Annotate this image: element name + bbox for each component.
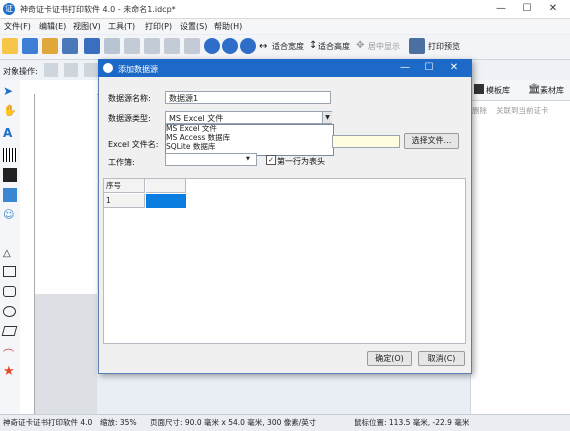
hand-icon[interactable]: ✋: [3, 104, 17, 118]
status-page-size: 页面尺寸: 90.0 毫米 x 54.0 毫米, 300 像素/英寸: [150, 418, 317, 427]
delete-icon[interactable]: [184, 38, 200, 54]
align-left-icon[interactable]: [44, 63, 58, 77]
menu-settings[interactable]: 设置(S): [180, 21, 207, 32]
dropdown-option-excel[interactable]: MS Excel 文件: [166, 124, 326, 133]
center-icon: ✥: [356, 40, 365, 51]
cancel-button[interactable]: 取消(C): [418, 351, 465, 366]
arc-icon[interactable]: ⌒: [3, 346, 17, 361]
paste-icon[interactable]: [164, 38, 180, 54]
ruler-left: [20, 94, 35, 414]
excel-file-input[interactable]: [332, 135, 400, 148]
library-icon: 🏛: [528, 84, 541, 95]
print-preview-button[interactable]: 打印预览: [428, 41, 460, 52]
dialog-app-icon: [103, 63, 113, 73]
dropdown-option-sqlite[interactable]: SQLite 数据库: [166, 142, 326, 151]
datasource-type-select[interactable]: MS Excel 文件: [165, 111, 332, 124]
app-logo-icon: 证: [3, 3, 15, 15]
dialog-title: 添加数据源: [118, 65, 158, 74]
first-row-header-checkbox[interactable]: ✓: [266, 155, 276, 165]
redo-icon[interactable]: [104, 38, 120, 54]
template-icon: [474, 84, 484, 94]
fit-height-icon: ↕: [309, 40, 318, 51]
zoom-reset-icon[interactable]: [240, 38, 256, 54]
chevron-down-icon[interactable]: ▼: [322, 112, 332, 123]
card-area[interactable]: [35, 94, 97, 294]
ellipse-icon[interactable]: [3, 306, 16, 317]
worksheet-chevron-icon[interactable]: ▼: [246, 156, 250, 162]
pointer-icon[interactable]: ➤: [3, 84, 17, 98]
grid-header-column: [146, 179, 186, 193]
delete-link[interactable]: 删除: [472, 105, 487, 116]
qrcode-icon[interactable]: [3, 168, 17, 182]
rounded-rect-icon[interactable]: [3, 286, 16, 297]
save-icon[interactable]: [22, 38, 38, 54]
menu-edit[interactable]: 编辑(E): [39, 21, 66, 32]
menu-print[interactable]: 打印(P): [145, 21, 172, 32]
new-file-icon[interactable]: [2, 38, 18, 54]
triangle-icon[interactable]: △: [3, 248, 17, 262]
align-center-icon[interactable]: [64, 63, 78, 77]
grid-selected-cell[interactable]: [146, 194, 186, 208]
right-panel: [470, 80, 570, 414]
dialog-close-button[interactable]: ✕: [443, 60, 465, 76]
cut-icon[interactable]: [124, 38, 140, 54]
status-zoom: 缩放: 35%: [100, 418, 137, 427]
datasource-name-input[interactable]: 数据源1: [165, 91, 331, 104]
save-as-icon[interactable]: [62, 38, 78, 54]
star-icon[interactable]: ★: [3, 364, 17, 379]
barcode-icon[interactable]: [3, 148, 17, 162]
worksheet-label: 工作簿:: [108, 158, 135, 167]
grid-header-index: 序号: [104, 179, 145, 193]
parallelogram-icon[interactable]: [1, 326, 18, 336]
copy-icon[interactable]: [144, 38, 160, 54]
dialog-minimize-button[interactable]: —: [394, 60, 416, 76]
undo-icon[interactable]: [84, 38, 100, 54]
browse-file-button[interactable]: 选择文件...: [404, 133, 459, 149]
fit-height-button[interactable]: 适合高度: [318, 41, 350, 52]
status-app-name: 神奇证卡证书打印软件 4.0: [3, 418, 93, 427]
fit-width-button[interactable]: 适合宽度: [272, 41, 304, 52]
menu-view[interactable]: 视图(V): [73, 21, 101, 32]
menu-file[interactable]: 文件(F): [4, 21, 31, 32]
status-mouse-position: 鼠标位置: 113.5 毫米, -22.9 毫米: [354, 418, 470, 427]
fit-width-icon: ↔: [259, 41, 268, 52]
first-row-header-label: 第一行为表头: [277, 157, 325, 166]
zoom-in-icon[interactable]: [204, 38, 220, 54]
grid-row-index: 1: [104, 194, 145, 208]
datasource-type-label: 数据源类型:: [108, 114, 151, 123]
open-folder-icon[interactable]: [42, 38, 58, 54]
datasource-name-label: 数据源名称:: [108, 94, 151, 103]
rectangle-icon[interactable]: [3, 266, 16, 277]
zoom-out-icon[interactable]: [222, 38, 238, 54]
tab-template-library[interactable]: 模板库: [486, 85, 510, 96]
image-icon[interactable]: [3, 188, 17, 202]
menu-tools[interactable]: 工具(T): [108, 21, 135, 32]
menu-help[interactable]: 帮助(H): [214, 21, 242, 32]
align-right-icon[interactable]: [84, 63, 98, 77]
associate-link[interactable]: 关联到当前证卡: [496, 105, 549, 116]
ok-button[interactable]: 确定(O): [367, 351, 412, 366]
worksheet-select[interactable]: [165, 153, 257, 166]
minimize-button[interactable]: —: [488, 2, 514, 16]
object-ops-label: 对象操作:: [3, 67, 38, 76]
tab-material-library[interactable]: 素材库: [540, 85, 564, 96]
text-tool-icon[interactable]: A: [3, 126, 17, 140]
shape-tool-icon[interactable]: ☺: [3, 208, 17, 222]
ruler-top: [20, 80, 100, 95]
dropdown-option-access[interactable]: MS Access 数据库: [166, 133, 326, 142]
center-display-button[interactable]: 居中显示: [368, 41, 400, 52]
window-title: 神奇证卡证书打印软件 4.0 - 未命名1.idcp*: [20, 5, 176, 14]
maximize-button[interactable]: ☐: [514, 2, 540, 16]
dialog-maximize-button[interactable]: ☐: [418, 60, 440, 76]
close-button[interactable]: ✕: [540, 2, 566, 16]
printer-icon: [409, 38, 425, 54]
excel-file-label: Excel 文件名:: [108, 140, 159, 149]
